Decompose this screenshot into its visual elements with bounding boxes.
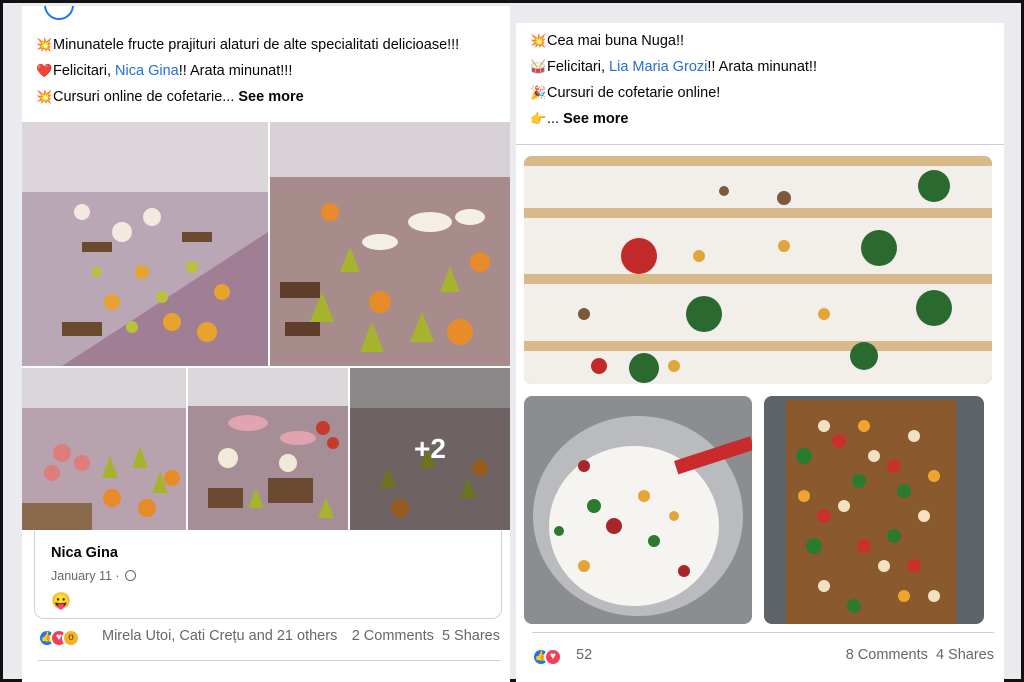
comments-count[interactable]: 8 Comments [846, 647, 928, 663]
left-post: 💥Minunatele fructe prajituri alaturi de … [22, 6, 510, 682]
shares-count[interactable]: 5 Shares [442, 628, 500, 644]
see-more-link[interactable]: See more [238, 89, 303, 105]
photo-dessert-table-3[interactable] [22, 368, 186, 530]
comments-count[interactable]: 2 Comments [352, 628, 434, 644]
see-more-link[interactable]: See more [563, 111, 628, 127]
photo-dessert-table-1[interactable] [22, 122, 268, 366]
photo-nougat-slices[interactable] [524, 156, 992, 384]
globe-icon [125, 570, 137, 581]
photo-image [524, 396, 752, 624]
pointing-hand-icon: 👉 [530, 111, 547, 126]
photo-image [22, 122, 268, 366]
right-post-text: 💥Cea mai buna Nuga!! 🥁Felicitari, Lia Ma… [530, 28, 994, 132]
more-photos-overlay[interactable]: +2 [350, 368, 510, 530]
shared-post-card[interactable]: Nica Gina January 11 · 😛 [34, 531, 502, 619]
shared-author-name[interactable]: Nica Gina [51, 545, 118, 561]
shares-count[interactable]: 4 Shares [936, 647, 994, 663]
photo-dessert-table-4[interactable] [188, 368, 348, 530]
explosion-icon: 💥 [36, 89, 53, 104]
left-post-text: 💥Minunatele fructe prajituri alaturi de … [36, 32, 500, 110]
photo-image [764, 396, 984, 624]
avatar[interactable] [44, 6, 74, 20]
comments-shares: 8 Comments 4 Shares [846, 647, 994, 663]
divider [532, 632, 994, 633]
comments-shares: 2 Comments 5 Shares [352, 628, 500, 644]
post-line: 💥Cursuri online de cofetarie... See more [36, 84, 500, 110]
right-post: 💥Cea mai buna Nuga!! 🥁Felicitari, Lia Ma… [516, 23, 1004, 682]
wow-icon: o [62, 629, 80, 647]
post-line: 💥Cea mai buna Nuga!! [530, 28, 994, 54]
heart-icon: ❤️ [36, 63, 53, 78]
photo-image [270, 122, 510, 366]
tongue-emoji: 😛 [51, 593, 71, 610]
divider [38, 660, 500, 661]
post-line: 💥Minunatele fructe prajituri alaturi de … [36, 32, 500, 58]
shared-post-date[interactable]: January 11 · [51, 569, 137, 583]
explosion-icon: 💥 [36, 37, 53, 52]
photo-dessert-table-5[interactable]: +2 [350, 368, 510, 530]
divider [516, 144, 1004, 145]
party-popper-icon: 🎉 [530, 85, 547, 100]
mention-link[interactable]: Nica Gina [115, 63, 179, 79]
love-icon: ♥ [544, 648, 562, 666]
reaction-bar: 👍 ♥ 52 8 Comments 4 Shares [532, 644, 994, 670]
reaction-count[interactable]: 52 [576, 647, 592, 663]
post-line: ❤️Felicitari, Nica Gina!! Arata minunat!… [36, 58, 500, 84]
reaction-names[interactable]: Mirela Utoi, Cati Crețu and 21 others [102, 628, 337, 644]
photo-image [22, 368, 186, 530]
photo-dessert-table-2[interactable] [270, 122, 510, 366]
post-line: 🎉Cursuri de cofetarie online! [530, 80, 994, 106]
photo-nougat-mixing[interactable] [524, 396, 752, 624]
photo-image [188, 368, 348, 530]
explosion-icon: 💥 [530, 33, 547, 48]
photo-candied-fruit-nuts[interactable] [764, 396, 984, 624]
reaction-icons[interactable]: 👍 ♥ [532, 647, 562, 666]
photo-image [524, 156, 992, 384]
reaction-icons[interactable]: 👍 ♥ o [38, 628, 80, 647]
reaction-bar: 👍 ♥ o Mirela Utoi, Cati Crețu and 21 other… [38, 625, 500, 651]
screenshot-frame: 💥Minunatele fructe prajituri alaturi de … [0, 0, 1024, 682]
mention-link[interactable]: Lia Maria Grozi [609, 59, 707, 75]
post-line: 🥁Felicitari, Lia Maria Grozi!! Arata min… [530, 54, 994, 80]
post-line: 👉... See more [530, 106, 994, 132]
drum-icon: 🥁 [530, 59, 547, 74]
